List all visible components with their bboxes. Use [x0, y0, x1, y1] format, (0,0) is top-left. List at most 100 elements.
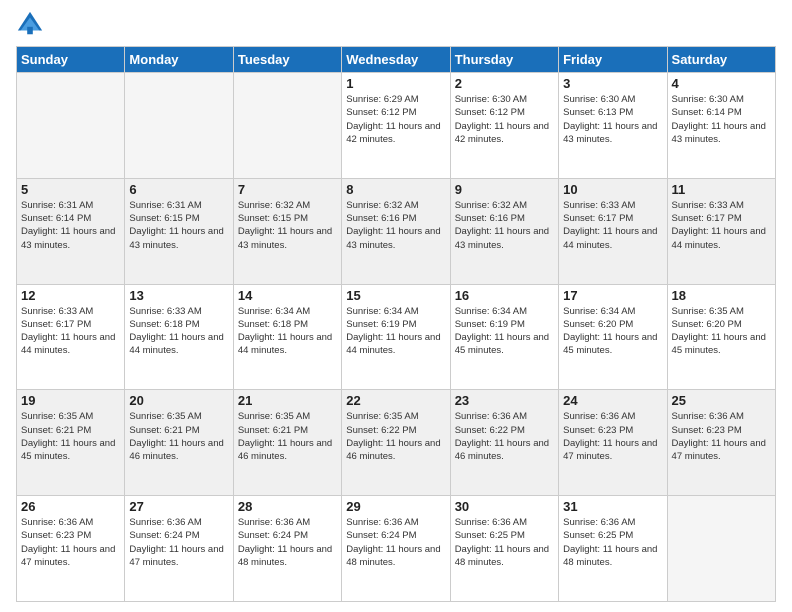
calendar-cell: 17 Sunrise: 6:34 AM Sunset: 6:20 PM Dayli… — [559, 284, 667, 390]
day-number: 29 — [346, 499, 445, 514]
day-info: Sunrise: 6:30 AM Sunset: 6:14 PM Dayligh… — [672, 93, 771, 146]
day-number: 23 — [455, 393, 554, 408]
day-info: Sunrise: 6:31 AM Sunset: 6:15 PM Dayligh… — [129, 199, 228, 252]
day-number: 10 — [563, 182, 662, 197]
calendar-week-row: 19 Sunrise: 6:35 AM Sunset: 6:21 PM Dayli… — [17, 390, 776, 496]
weekday-header-sunday: Sunday — [17, 47, 125, 73]
calendar-week-row: 1 Sunrise: 6:29 AM Sunset: 6:12 PM Daylig… — [17, 73, 776, 179]
day-info: Sunrise: 6:36 AM Sunset: 6:24 PM Dayligh… — [346, 516, 445, 569]
day-number: 20 — [129, 393, 228, 408]
day-number: 5 — [21, 182, 120, 197]
day-number: 11 — [672, 182, 771, 197]
day-info: Sunrise: 6:32 AM Sunset: 6:16 PM Dayligh… — [455, 199, 554, 252]
day-number: 25 — [672, 393, 771, 408]
day-info: Sunrise: 6:36 AM Sunset: 6:25 PM Dayligh… — [563, 516, 662, 569]
calendar-week-row: 26 Sunrise: 6:36 AM Sunset: 6:23 PM Dayli… — [17, 496, 776, 602]
calendar-cell: 12 Sunrise: 6:33 AM Sunset: 6:17 PM Dayli… — [17, 284, 125, 390]
day-number: 4 — [672, 76, 771, 91]
day-info: Sunrise: 6:35 AM Sunset: 6:22 PM Dayligh… — [346, 410, 445, 463]
calendar-cell: 1 Sunrise: 6:29 AM Sunset: 6:12 PM Daylig… — [342, 73, 450, 179]
weekday-header-wednesday: Wednesday — [342, 47, 450, 73]
day-number: 3 — [563, 76, 662, 91]
day-number: 8 — [346, 182, 445, 197]
day-info: Sunrise: 6:35 AM Sunset: 6:20 PM Dayligh… — [672, 305, 771, 358]
day-info: Sunrise: 6:33 AM Sunset: 6:17 PM Dayligh… — [21, 305, 120, 358]
day-number: 17 — [563, 288, 662, 303]
day-number: 1 — [346, 76, 445, 91]
calendar-cell: 21 Sunrise: 6:35 AM Sunset: 6:21 PM Dayli… — [233, 390, 341, 496]
day-number: 12 — [21, 288, 120, 303]
calendar-cell: 4 Sunrise: 6:30 AM Sunset: 6:14 PM Daylig… — [667, 73, 775, 179]
weekday-header-saturday: Saturday — [667, 47, 775, 73]
day-info: Sunrise: 6:34 AM Sunset: 6:19 PM Dayligh… — [455, 305, 554, 358]
day-number: 13 — [129, 288, 228, 303]
calendar-cell: 10 Sunrise: 6:33 AM Sunset: 6:17 PM Dayli… — [559, 178, 667, 284]
day-info: Sunrise: 6:36 AM Sunset: 6:22 PM Dayligh… — [455, 410, 554, 463]
day-number: 18 — [672, 288, 771, 303]
calendar-cell: 26 Sunrise: 6:36 AM Sunset: 6:23 PM Dayli… — [17, 496, 125, 602]
day-info: Sunrise: 6:30 AM Sunset: 6:12 PM Dayligh… — [455, 93, 554, 146]
calendar-cell: 13 Sunrise: 6:33 AM Sunset: 6:18 PM Dayli… — [125, 284, 233, 390]
logo-icon — [16, 10, 44, 38]
day-info: Sunrise: 6:36 AM Sunset: 6:23 PM Dayligh… — [563, 410, 662, 463]
calendar-table: SundayMondayTuesdayWednesdayThursdayFrid… — [16, 46, 776, 602]
day-info: Sunrise: 6:34 AM Sunset: 6:20 PM Dayligh… — [563, 305, 662, 358]
calendar-cell — [17, 73, 125, 179]
calendar-cell: 14Sunrise: 6:34 AM Sunset: 6:18 PM Dayli… — [233, 284, 341, 390]
page: SundayMondayTuesdayWednesdayThursdayFrid… — [0, 0, 792, 612]
day-info: Sunrise: 6:32 AM Sunset: 6:15 PM Dayligh… — [238, 199, 337, 252]
day-info: Sunrise: 6:32 AM Sunset: 6:16 PM Dayligh… — [346, 199, 445, 252]
day-number: 9 — [455, 182, 554, 197]
calendar-cell: 27 Sunrise: 6:36 AM Sunset: 6:24 PM Dayli… — [125, 496, 233, 602]
day-number: 14 — [238, 288, 337, 303]
day-number: 27 — [129, 499, 228, 514]
day-info: Sunrise: 6:36 AM Sunset: 6:23 PM Dayligh… — [21, 516, 120, 569]
day-info: Sunrise: 6:30 AM Sunset: 6:13 PM Dayligh… — [563, 93, 662, 146]
day-number: 26 — [21, 499, 120, 514]
calendar-cell: 11 Sunrise: 6:33 AM Sunset: 6:17 PM Dayli… — [667, 178, 775, 284]
calendar-cell: 6 Sunrise: 6:31 AM Sunset: 6:15 PM Daylig… — [125, 178, 233, 284]
calendar-cell: 16 Sunrise: 6:34 AM Sunset: 6:19 PM Dayli… — [450, 284, 558, 390]
weekday-header-row: SundayMondayTuesdayWednesdayThursdayFrid… — [17, 47, 776, 73]
day-number: 22 — [346, 393, 445, 408]
calendar-cell: 15Sunrise: 6:34 AM Sunset: 6:19 PM Dayli… — [342, 284, 450, 390]
day-number: 24 — [563, 393, 662, 408]
day-number: 19 — [21, 393, 120, 408]
day-info: Sunrise: 6:35 AM Sunset: 6:21 PM Dayligh… — [21, 410, 120, 463]
day-number: 15 — [346, 288, 445, 303]
calendar-cell: 5 Sunrise: 6:31 AM Sunset: 6:14 PM Daylig… — [17, 178, 125, 284]
day-number: 21 — [238, 393, 337, 408]
calendar-cell: 19 Sunrise: 6:35 AM Sunset: 6:21 PM Dayli… — [17, 390, 125, 496]
day-info: Sunrise: 6:31 AM Sunset: 6:14 PM Dayligh… — [21, 199, 120, 252]
calendar-cell: 7Sunrise: 6:32 AM Sunset: 6:15 PM Daylig… — [233, 178, 341, 284]
calendar-week-row: 12 Sunrise: 6:33 AM Sunset: 6:17 PM Dayli… — [17, 284, 776, 390]
day-info: Sunrise: 6:36 AM Sunset: 6:23 PM Dayligh… — [672, 410, 771, 463]
calendar-cell: 8 Sunrise: 6:32 AM Sunset: 6:16 PM Daylig… — [342, 178, 450, 284]
day-number: 28 — [238, 499, 337, 514]
day-number: 6 — [129, 182, 228, 197]
logo — [16, 10, 48, 38]
day-number: 31 — [563, 499, 662, 514]
weekday-header-monday: Monday — [125, 47, 233, 73]
day-info: Sunrise: 6:33 AM Sunset: 6:17 PM Dayligh… — [563, 199, 662, 252]
weekday-header-thursday: Thursday — [450, 47, 558, 73]
calendar-cell: 24 Sunrise: 6:36 AM Sunset: 6:23 PM Dayli… — [559, 390, 667, 496]
day-number: 16 — [455, 288, 554, 303]
calendar-cell: 22 Sunrise: 6:35 AM Sunset: 6:22 PM Dayli… — [342, 390, 450, 496]
calendar-cell — [667, 496, 775, 602]
day-info: Sunrise: 6:33 AM Sunset: 6:18 PM Dayligh… — [129, 305, 228, 358]
calendar-cell: 23 Sunrise: 6:36 AM Sunset: 6:22 PM Dayli… — [450, 390, 558, 496]
calendar-cell — [125, 73, 233, 179]
day-info: Sunrise: 6:29 AM Sunset: 6:12 PM Dayligh… — [346, 93, 445, 146]
calendar-cell — [233, 73, 341, 179]
day-info: Sunrise: 6:36 AM Sunset: 6:25 PM Dayligh… — [455, 516, 554, 569]
day-info: Sunrise: 6:33 AM Sunset: 6:17 PM Dayligh… — [672, 199, 771, 252]
day-number: 30 — [455, 499, 554, 514]
calendar-cell: 25 Sunrise: 6:36 AM Sunset: 6:23 PM Dayli… — [667, 390, 775, 496]
calendar-cell: 29 Sunrise: 6:36 AM Sunset: 6:24 PM Dayli… — [342, 496, 450, 602]
weekday-header-friday: Friday — [559, 47, 667, 73]
calendar-cell: 30 Sunrise: 6:36 AM Sunset: 6:25 PM Dayli… — [450, 496, 558, 602]
day-info: Sunrise: 6:35 AM Sunset: 6:21 PM Dayligh… — [238, 410, 337, 463]
calendar-cell: 20Sunrise: 6:35 AM Sunset: 6:21 PM Dayli… — [125, 390, 233, 496]
day-info: Sunrise: 6:36 AM Sunset: 6:24 PM Dayligh… — [129, 516, 228, 569]
